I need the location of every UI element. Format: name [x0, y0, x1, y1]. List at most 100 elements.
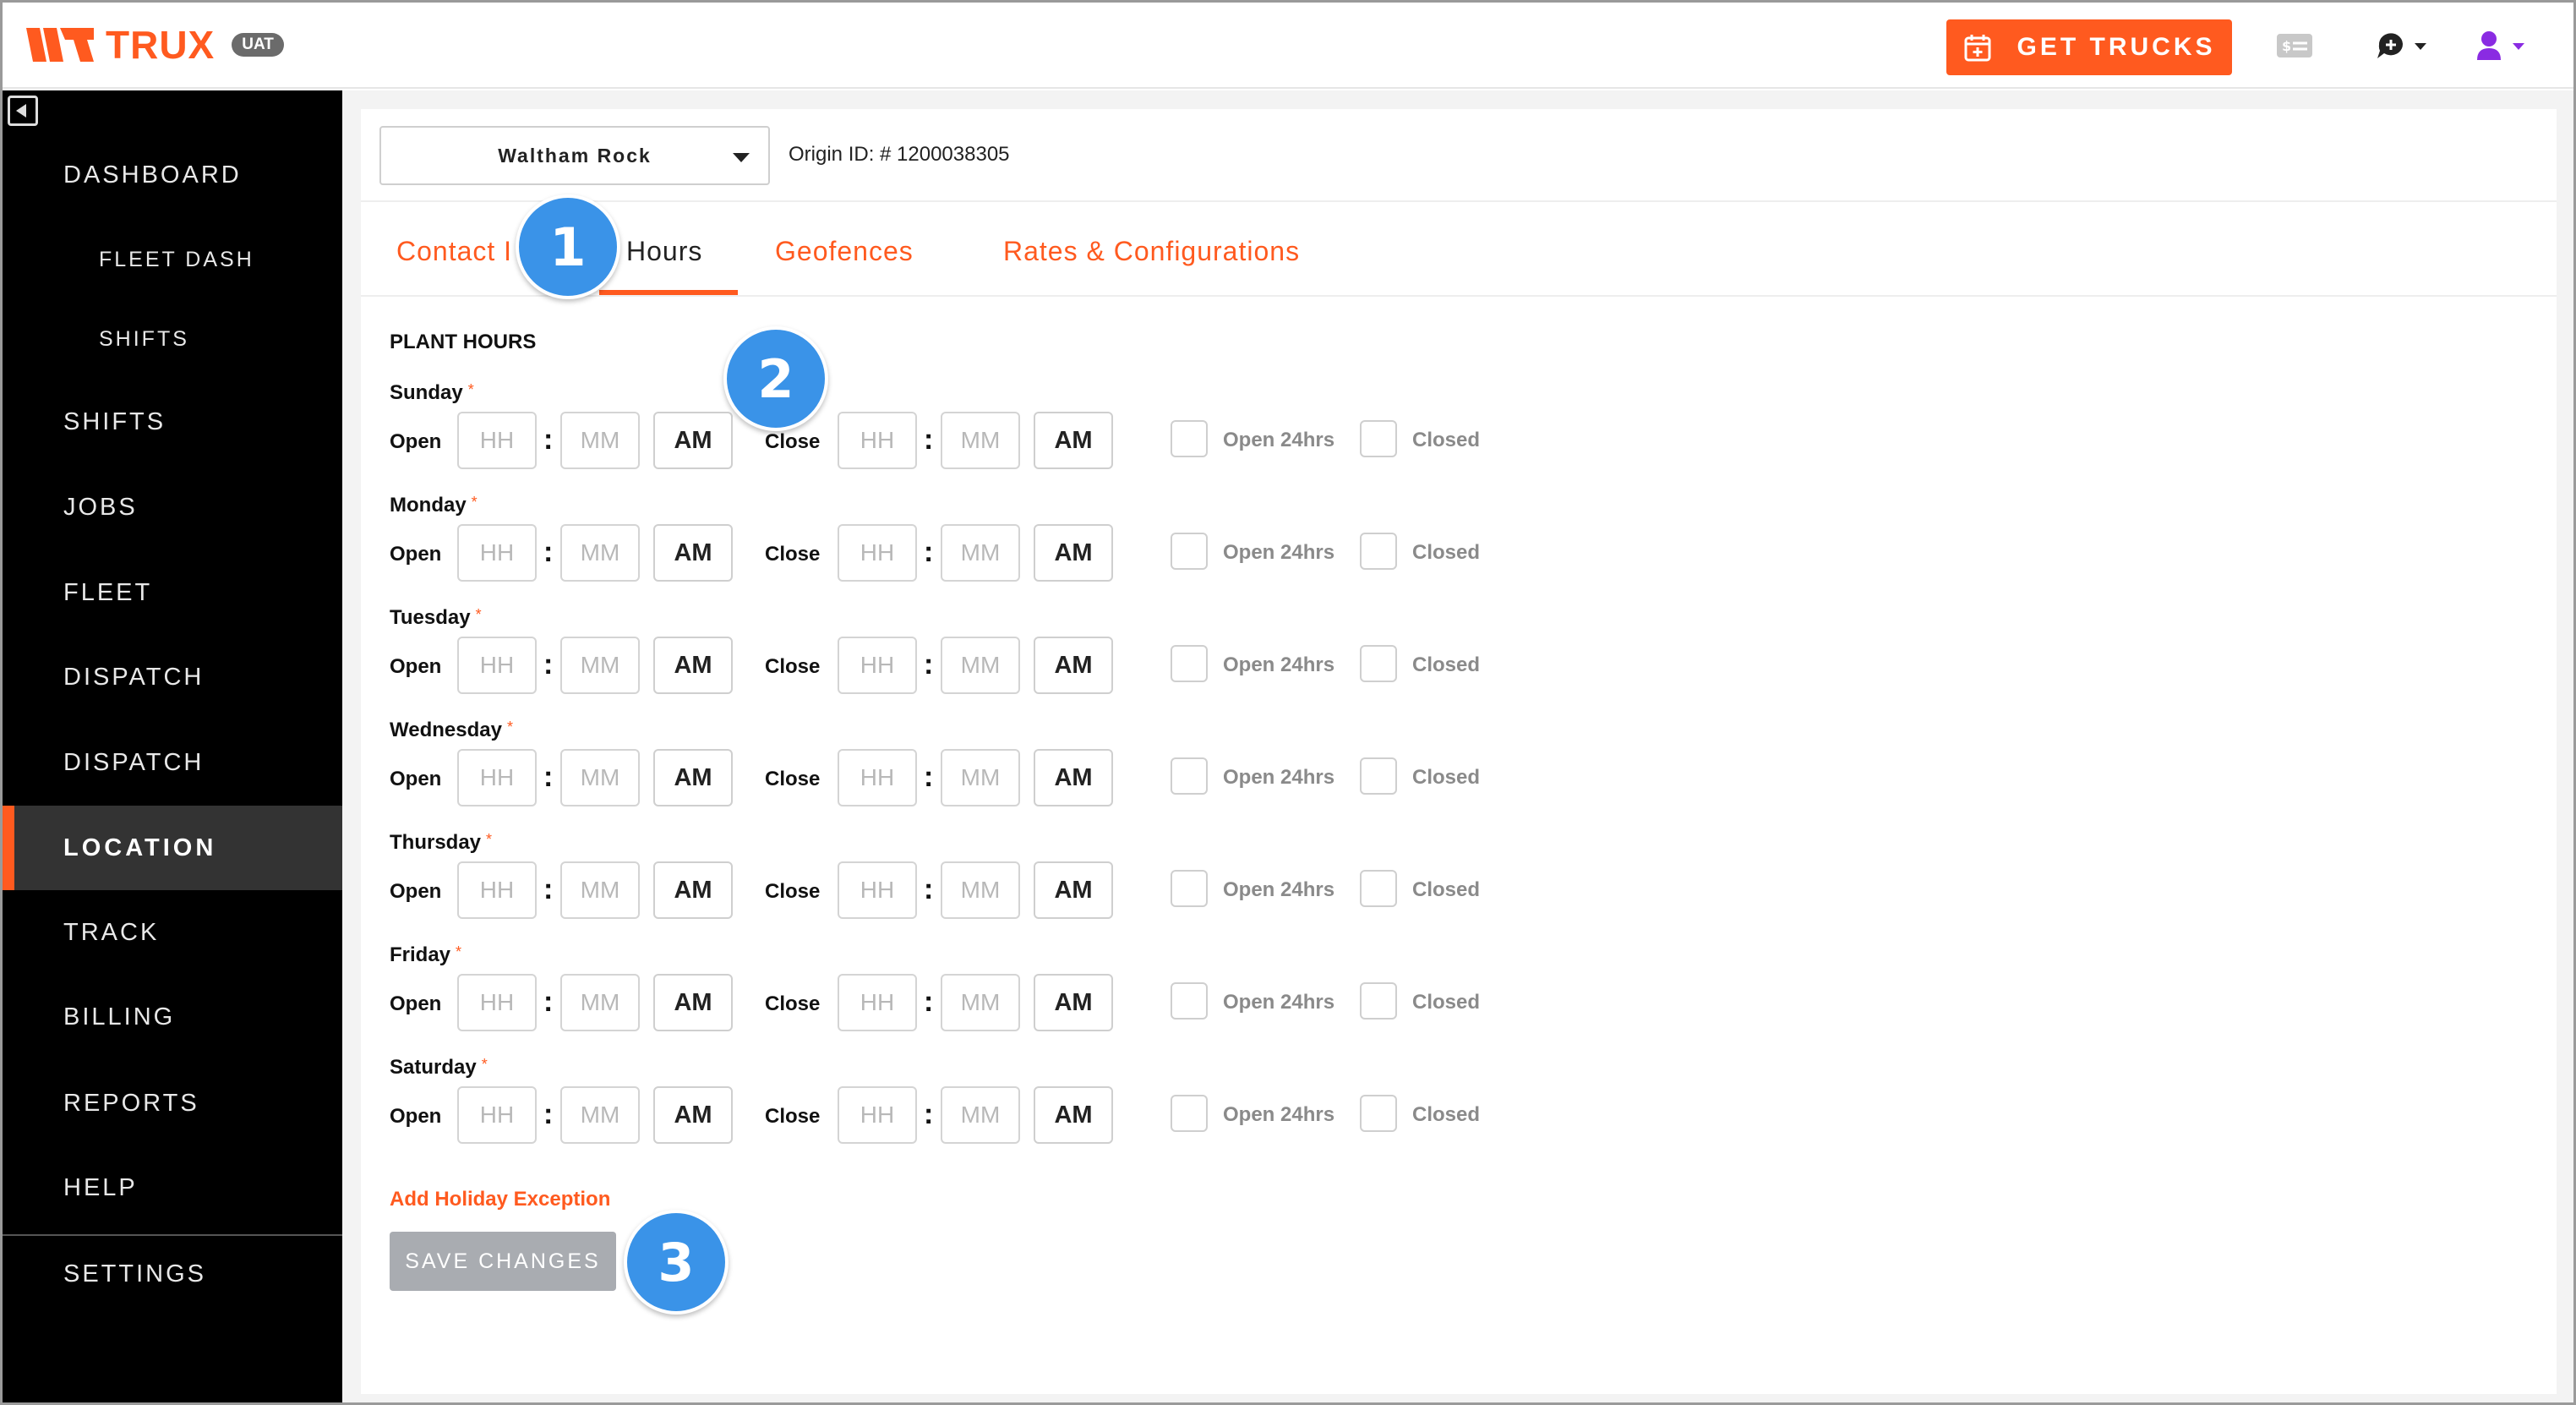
close-ampm-toggle-monday[interactable]: AM [1034, 524, 1113, 582]
sidebar-item-shifts-sub[interactable]: SHIFTS [3, 297, 342, 381]
open-24hrs-label: Open 24hrs [1223, 991, 1335, 1014]
closed-label: Closed [1412, 766, 1481, 789]
open-24hrs-checkbox-wednesday[interactable] [1171, 757, 1208, 795]
close-ampm-toggle-thursday[interactable]: AM [1034, 861, 1113, 919]
open-24hrs-checkbox-friday[interactable] [1171, 982, 1208, 1020]
open-ampm-toggle-friday[interactable]: AM [653, 974, 733, 1031]
close-ampm-toggle-tuesday[interactable]: AM [1034, 637, 1113, 694]
open-24hrs-checkbox-saturday[interactable] [1171, 1095, 1208, 1132]
tab-contact-info[interactable]: Contact I [396, 236, 512, 267]
open-hour-input-sunday[interactable]: HH [457, 412, 537, 469]
open-ampm-toggle-saturday[interactable]: AM [653, 1086, 733, 1144]
sidebar-item-dashboard[interactable]: DASHBOARD [3, 133, 342, 217]
close-hour-input-monday[interactable]: HH [838, 524, 917, 582]
close-ampm-toggle-friday[interactable]: AM [1034, 974, 1113, 1031]
close-minute-input-monday[interactable]: MM [941, 524, 1020, 582]
open-hour-input-thursday[interactable]: HH [457, 861, 537, 919]
collapse-sidebar-icon[interactable] [8, 96, 38, 126]
open-minute-input-monday[interactable]: MM [560, 524, 640, 582]
get-trucks-button[interactable]: GET TRUCKS [1946, 19, 2232, 75]
sidebar-item-fleet[interactable]: FLEET [3, 550, 342, 635]
open-ampm-toggle-wednesday[interactable]: AM [653, 749, 733, 806]
day-name: Tuesday [390, 606, 471, 629]
close-minute-input-thursday[interactable]: MM [941, 861, 1020, 919]
billing-card-icon[interactable]: $ [2276, 33, 2313, 58]
open-24hrs-checkbox-monday[interactable] [1171, 533, 1208, 570]
close-minute-input-friday[interactable]: MM [941, 974, 1020, 1031]
open-hour-input-wednesday[interactable]: HH [457, 749, 537, 806]
open-minute-input-saturday[interactable]: MM [560, 1086, 640, 1144]
trux-mark-icon [26, 28, 94, 62]
trux-logo[interactable]: TRUX UAT [26, 25, 284, 64]
open-hour-input-tuesday[interactable]: HH [457, 637, 537, 694]
closed-checkbox-tuesday[interactable] [1360, 645, 1397, 682]
callout-badge-1: 1 [516, 194, 620, 299]
close-ampm-toggle-saturday[interactable]: AM [1034, 1086, 1113, 1144]
open-hour-input-saturday[interactable]: HH [457, 1086, 537, 1144]
tab-rates-configurations[interactable]: Rates & Configurations [1003, 236, 1300, 267]
sidebar-item-location[interactable]: LOCATION [3, 806, 342, 890]
add-holiday-exception-link[interactable]: Add Holiday Exception [390, 1188, 610, 1211]
closed-checkbox-wednesday[interactable] [1360, 757, 1397, 795]
open-minute-input-friday[interactable]: MM [560, 974, 640, 1031]
day-name: Saturday [390, 1056, 477, 1079]
close-minute-input-saturday[interactable]: MM [941, 1086, 1020, 1144]
closed-checkbox-friday[interactable] [1360, 982, 1397, 1020]
closed-checkbox-thursday[interactable] [1360, 870, 1397, 907]
open-24hrs-checkbox-thursday[interactable] [1171, 870, 1208, 907]
close-hour-input-wednesday[interactable]: HH [838, 749, 917, 806]
close-hour-input-thursday[interactable]: HH [838, 861, 917, 919]
open-minute-input-wednesday[interactable]: MM [560, 749, 640, 806]
sidebar-item-settings[interactable]: SETTINGS [3, 1232, 342, 1316]
closed-label: Closed [1412, 429, 1481, 451]
open-24hrs-label: Open 24hrs [1223, 541, 1335, 564]
sidebar-item-help[interactable]: HELP [3, 1145, 342, 1230]
open-24hrs-checkbox-tuesday[interactable] [1171, 645, 1208, 682]
close-ampm-toggle-wednesday[interactable]: AM [1034, 749, 1113, 806]
location-select[interactable]: Waltham Rock [379, 126, 770, 185]
required-mark: * [456, 943, 462, 960]
tab-geofences[interactable]: Geofences [775, 236, 914, 267]
open-24hrs-checkbox-sunday[interactable] [1171, 420, 1208, 457]
user-icon[interactable] [2475, 30, 2533, 63]
open-minute-input-sunday[interactable]: MM [560, 412, 640, 469]
closed-checkbox-monday[interactable] [1360, 533, 1397, 570]
sidebar-item-fleet-dash[interactable]: FLEET DASH [3, 217, 342, 302]
close-ampm-toggle-sunday[interactable]: AM [1034, 412, 1113, 469]
open-minute-input-thursday[interactable]: MM [560, 861, 640, 919]
open-hour-input-friday[interactable]: HH [457, 974, 537, 1031]
sidebar-item-jobs[interactable]: JOBS [3, 465, 342, 549]
sidebar-item-dispatch-2[interactable]: DISPATCH [3, 720, 342, 805]
time-separator: : [543, 986, 554, 1018]
close-hour-input-saturday[interactable]: HH [838, 1086, 917, 1144]
open-ampm-toggle-thursday[interactable]: AM [653, 861, 733, 919]
sidebar-item-dispatch[interactable]: DISPATCH [3, 635, 342, 719]
close-hour-input-friday[interactable]: HH [838, 974, 917, 1031]
close-label: Close [765, 655, 821, 678]
close-label: Close [765, 430, 821, 453]
day-label-tuesday: Tuesday * [390, 606, 482, 630]
close-minute-input-tuesday[interactable]: MM [941, 637, 1020, 694]
close-minute-input-sunday[interactable]: MM [941, 412, 1020, 469]
open-24hrs-label: Open 24hrs [1223, 1103, 1335, 1126]
closed-checkbox-saturday[interactable] [1360, 1095, 1397, 1132]
close-hour-input-sunday[interactable]: HH [838, 412, 917, 469]
day-label-friday: Friday * [390, 943, 461, 967]
chat-icon[interactable] [2376, 31, 2431, 62]
close-label: Close [765, 992, 821, 1015]
open-hour-input-monday[interactable]: HH [457, 524, 537, 582]
sidebar-item-track[interactable]: TRACK [3, 890, 342, 975]
day-name: Thursday [390, 831, 482, 854]
sidebar-item-shifts[interactable]: SHIFTS [3, 380, 342, 464]
sidebar-item-reports[interactable]: REPORTS [3, 1061, 342, 1145]
open-minute-input-tuesday[interactable]: MM [560, 637, 640, 694]
tab-hours[interactable]: Hours [626, 236, 702, 267]
close-minute-input-wednesday[interactable]: MM [941, 749, 1020, 806]
open-ampm-toggle-monday[interactable]: AM [653, 524, 733, 582]
close-hour-input-tuesday[interactable]: HH [838, 637, 917, 694]
save-changes-button[interactable]: SAVE CHANGES [390, 1232, 616, 1291]
sidebar-item-billing[interactable]: BILLING [3, 975, 342, 1059]
open-ampm-toggle-sunday[interactable]: AM [653, 412, 733, 469]
closed-checkbox-sunday[interactable] [1360, 420, 1397, 457]
open-ampm-toggle-tuesday[interactable]: AM [653, 637, 733, 694]
